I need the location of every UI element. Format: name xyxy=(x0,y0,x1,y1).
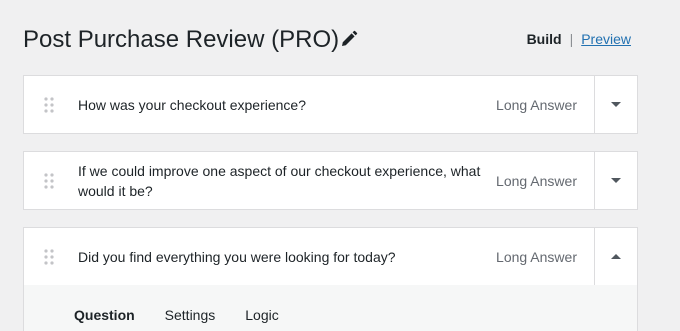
answer-type-label: Long Answer xyxy=(496,173,577,189)
question-text[interactable]: Did you find everything you were looking… xyxy=(78,247,396,267)
drag-handle-icon[interactable] xyxy=(44,97,54,113)
pencil-icon[interactable] xyxy=(339,29,359,49)
question-settings-panel: Question Settings Logic xyxy=(23,285,638,331)
answer-type-label: Long Answer xyxy=(496,97,577,113)
question-card[interactable]: Did you find everything you were looking… xyxy=(23,227,638,286)
question-card[interactable]: How was your checkout experience? Long A… xyxy=(23,75,638,134)
build-mode-link[interactable]: Build xyxy=(527,31,562,47)
drag-handle-icon[interactable] xyxy=(44,173,54,189)
question-card[interactable]: If we could improve one aspect of our ch… xyxy=(23,151,638,210)
tab-logic[interactable]: Logic xyxy=(245,306,278,324)
expand-toggle-button[interactable] xyxy=(594,152,637,209)
question-row: If we could improve one aspect of our ch… xyxy=(24,152,637,209)
tab-question[interactable]: Question xyxy=(74,306,135,324)
survey-builder-page: Post Purchase Review (PRO) Build | Preview… xyxy=(0,0,680,331)
page-title: Post Purchase Review (PRO) xyxy=(23,26,340,53)
chevron-up-icon xyxy=(611,254,621,259)
chevron-down-icon xyxy=(611,178,621,183)
mode-switch: Build | Preview xyxy=(527,30,631,48)
question-tabs: Question Settings Logic xyxy=(74,306,309,324)
answer-type-label: Long Answer xyxy=(496,249,577,265)
collapse-toggle-button[interactable] xyxy=(594,228,637,285)
page-header: Post Purchase Review (PRO) Build | Preview xyxy=(23,22,640,58)
question-text[interactable]: If we could improve one aspect of our ch… xyxy=(78,161,498,201)
question-row: Did you find everything you were looking… xyxy=(24,228,637,285)
preview-mode-link[interactable]: Preview xyxy=(581,31,631,47)
question-row: How was your checkout experience? Long A… xyxy=(24,76,637,133)
question-text[interactable]: How was your checkout experience? xyxy=(78,95,306,115)
expand-toggle-button[interactable] xyxy=(594,76,637,133)
tab-settings[interactable]: Settings xyxy=(165,306,216,324)
chevron-down-icon xyxy=(611,102,621,107)
mode-separator: | xyxy=(569,31,574,47)
drag-handle-icon[interactable] xyxy=(44,249,54,265)
